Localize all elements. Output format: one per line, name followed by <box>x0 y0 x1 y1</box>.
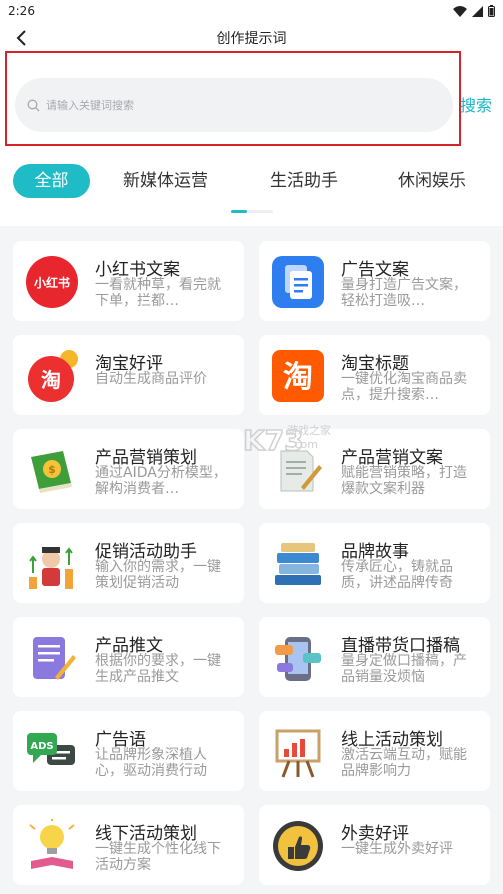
ads-chat-icon: ADS <box>25 725 79 779</box>
tab-life-assistant[interactable]: 生活助手 <box>270 164 338 198</box>
search-placeholder: 请输入关键词搜索 <box>46 99 134 112</box>
card-taobao-review[interactable]: 淘 淘宝好评 自动生成商品评价 <box>13 335 244 415</box>
nav-bar: 创作提示词 <box>0 22 503 54</box>
card-slogan[interactable]: ADS 广告语 让品牌形象深植人心，驱动消费行动 <box>13 711 244 791</box>
header-area: 2:26 创作提示词 请输入关键词搜索 搜索 全部 新媒体运营 生活助手 休闲娱… <box>0 0 503 226</box>
card-desc: 一看就种草，看完就下单，拦都… <box>95 277 221 309</box>
card-desc: 自动生成商品评价 <box>95 371 207 387</box>
promotion-growth-icon <box>25 537 79 591</box>
taobao-review-logo-text: 淘 <box>41 368 61 392</box>
wifi-icon <box>453 5 467 17</box>
card-live-stream-script[interactable]: 直播带货口播稿 量身定做口播稿，产品销量没烦恼 <box>259 617 490 697</box>
taobao-review-icon: 淘 <box>25 349 79 403</box>
svg-text:$: $ <box>48 463 56 476</box>
card-desc: 量身打造广告文案，轻松打造吸… <box>341 277 467 309</box>
thumbs-up-badge-icon <box>271 819 325 873</box>
taobao-logo-icon: 淘 <box>271 349 325 403</box>
card-desc: 激活云端互动，赋能品牌影响力 <box>341 747 467 779</box>
battery-icon <box>488 5 495 17</box>
lightbulb-book-icon <box>25 819 79 873</box>
card-desc: 一键优化淘宝商品卖点，提升搜索… <box>341 371 467 403</box>
card-ad-copy[interactable]: 广告文案 量身打造广告文案，轻松打造吸… <box>259 241 490 321</box>
tab-leisure[interactable]: 休闲娱乐 <box>398 164 466 198</box>
card-desc: 传承匠心，铸就品质，讲述品牌传奇 <box>341 559 453 591</box>
search-button[interactable]: 搜索 <box>460 92 503 116</box>
taobao-logo-text: 淘 <box>283 360 313 395</box>
document-copy-icon <box>271 255 325 309</box>
card-product-marketing-copy[interactable]: 产品营销文案 赋能营销策略，打造爆款文案利器 <box>259 429 490 509</box>
card-takeout-review[interactable]: 外卖好评 一键生成外卖好评 <box>259 805 490 885</box>
category-tabs: 全部 新媒体运营 生活助手 休闲娱乐 <box>0 164 503 200</box>
tab-scroll-indicator-thumb <box>231 210 247 213</box>
card-brand-story[interactable]: 品牌故事 传承匠心，铸就品质，讲述品牌传奇 <box>259 523 490 603</box>
card-desc: 赋能营销策略，打造爆款文案利器 <box>341 465 467 497</box>
easel-chart-icon <box>271 725 325 779</box>
xiaohongshu-logo-icon: 小红书 <box>25 255 79 309</box>
tab-new-media[interactable]: 新媒体运营 <box>123 164 208 198</box>
status-icons <box>453 5 495 17</box>
card-desc: 一键生成个性化线下活动方案 <box>95 841 221 873</box>
ads-logo-text: ADS <box>30 741 53 752</box>
card-product-marketing-plan[interactable]: $ 产品营销策划 通过AIDA分析模型，解构消费者… <box>13 429 244 509</box>
status-bar: 2:26 <box>0 0 503 22</box>
back-button[interactable] <box>10 26 34 50</box>
status-time: 2:26 <box>8 4 35 18</box>
xiaohongshu-logo-text: 小红书 <box>34 275 70 290</box>
card-desc: 通过AIDA分析模型，解构消费者… <box>95 465 227 497</box>
card-desc: 让品牌形象深植人心，驱动消费行动 <box>95 747 207 779</box>
card-desc: 一键生成外卖好评 <box>341 841 453 857</box>
tab-scroll-indicator <box>231 210 273 213</box>
search-icon <box>27 99 40 111</box>
phone-chat-icon <box>271 631 325 685</box>
page-title: 创作提示词 <box>216 31 287 47</box>
card-product-tweet[interactable]: 产品推文 根据你的要求，一键生成产品推文 <box>13 617 244 697</box>
book-stack-icon <box>271 537 325 591</box>
tab-all[interactable]: 全部 <box>13 164 90 198</box>
chevron-left-icon <box>16 30 26 46</box>
notepad-pen-icon <box>25 631 79 685</box>
card-offline-event-plan[interactable]: 线下活动策划 一键生成个性化线下活动方案 <box>13 805 244 885</box>
search-input[interactable]: 请输入关键词搜索 <box>15 78 453 132</box>
card-desc: 根据你的要求，一键生成产品推文 <box>95 653 221 685</box>
card-online-event-plan[interactable]: 线上活动策划 激活云端互动，赋能品牌影响力 <box>259 711 490 791</box>
signal-icon <box>472 5 483 17</box>
document-pen-icon <box>271 443 325 497</box>
card-xiaohongshu-copy[interactable]: 小红书 小红书文案 一看就种草，看完就下单，拦都… <box>13 241 244 321</box>
card-taobao-title[interactable]: 淘 淘宝标题 一键优化淘宝商品卖点，提升搜索… <box>259 335 490 415</box>
card-promotion-assistant[interactable]: 促销活动助手 输入你的需求，一键策划促销活动 <box>13 523 244 603</box>
card-desc: 输入你的需求，一键策划促销活动 <box>95 559 221 591</box>
money-book-icon: $ <box>25 443 79 497</box>
card-desc: 量身定做口播稿，产品销量没烦恼 <box>341 653 467 685</box>
